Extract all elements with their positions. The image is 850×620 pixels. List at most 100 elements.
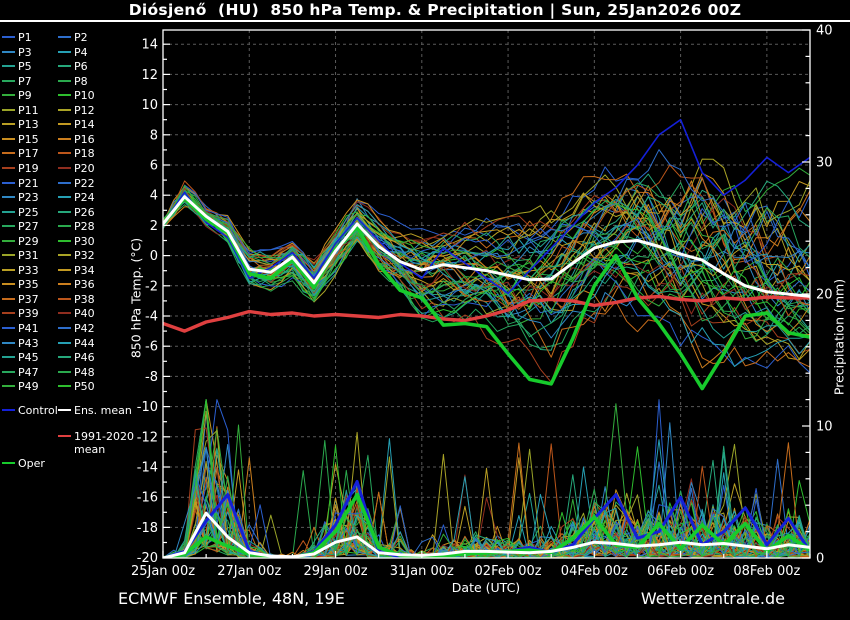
legend-line-swatch — [2, 462, 15, 464]
svg-text:-10: -10 — [137, 400, 158, 415]
legend-item-1991-2020-mean: 1991-2020 mean — [58, 430, 142, 444]
legend-line-swatch — [2, 51, 15, 53]
legend-line-swatch — [2, 94, 15, 96]
legend-line-swatch — [58, 342, 71, 344]
legend-item-p47: P47 — [2, 366, 39, 380]
legend-line-swatch — [2, 36, 15, 38]
legend-item-p37: P37 — [2, 293, 39, 307]
legend-line-swatch — [58, 80, 71, 82]
svg-text:-6: -6 — [145, 340, 158, 355]
legend-item-p6: P6 — [58, 60, 88, 74]
legend-item-p24: P24 — [58, 191, 95, 205]
legend-line-swatch — [2, 225, 15, 227]
svg-text:8: 8 — [150, 128, 158, 143]
legend-line-swatch — [58, 371, 71, 373]
legend-item-p49: P49 — [2, 380, 39, 394]
legend-line-swatch — [58, 409, 71, 411]
svg-text:06Feb 00z: 06Feb 00z — [647, 564, 714, 579]
svg-text:0: 0 — [816, 552, 824, 567]
svg-text:02Feb 00z: 02Feb 00z — [475, 564, 542, 579]
svg-text:6: 6 — [150, 159, 158, 174]
legend-item-p50: P50 — [58, 380, 95, 394]
legend-line-swatch — [2, 385, 15, 387]
legend-item-p21: P21 — [2, 177, 39, 191]
legend-line-swatch — [58, 94, 71, 96]
legend-line-swatch — [58, 312, 71, 314]
legend-item-p40: P40 — [58, 307, 95, 321]
legend-item-p22: P22 — [58, 177, 95, 191]
legend-line-swatch — [2, 152, 15, 154]
legend-line-swatch — [2, 167, 15, 169]
legend-line-swatch — [58, 182, 71, 184]
svg-text:-2: -2 — [145, 279, 158, 294]
legend-line-swatch — [2, 283, 15, 285]
legend-line-swatch — [2, 138, 15, 140]
svg-text:-4: -4 — [145, 310, 158, 325]
legend-line-swatch — [58, 298, 71, 300]
footer-site: Wetterzentrale.de — [641, 589, 785, 608]
legend-item-p27: P27 — [2, 220, 39, 234]
legend-item-p2: P2 — [58, 31, 88, 45]
svg-text:-8: -8 — [145, 370, 158, 385]
svg-text:0: 0 — [150, 249, 158, 264]
legend-item-p39: P39 — [2, 307, 39, 321]
legend-line-swatch — [2, 211, 15, 213]
legend-item-p28: P28 — [58, 220, 95, 234]
svg-text:04Feb 00z: 04Feb 00z — [561, 564, 628, 579]
legend-line-swatch — [58, 138, 71, 140]
legend-line-swatch — [58, 356, 71, 358]
legend-line-swatch — [2, 269, 15, 271]
legend-line-swatch — [58, 327, 71, 329]
legend-item-p31: P31 — [2, 249, 39, 263]
legend-line-swatch — [58, 269, 71, 271]
legend-item-p38: P38 — [58, 293, 95, 307]
legend-line-swatch — [58, 109, 71, 111]
legend-line-swatch — [2, 371, 15, 373]
legend-item-p11: P11 — [2, 104, 39, 118]
legend-item-p5: P5 — [2, 60, 32, 74]
svg-text:14: 14 — [141, 38, 158, 53]
legend-item-p7: P7 — [2, 75, 32, 89]
legend-item-p46: P46 — [58, 351, 95, 365]
legend-item-p10: P10 — [58, 89, 95, 103]
svg-text:29Jan 00z: 29Jan 00z — [303, 564, 367, 579]
legend-item-p12: P12 — [58, 104, 95, 118]
legend-line-swatch — [58, 167, 71, 169]
legend-item-p25: P25 — [2, 206, 39, 220]
legend-line-swatch — [58, 435, 71, 437]
svg-text:4: 4 — [150, 189, 158, 204]
legend-item-p23: P23 — [2, 191, 39, 205]
svg-text:31Jan 00z: 31Jan 00z — [390, 564, 454, 579]
legend-item-p26: P26 — [58, 206, 95, 220]
legend-line-swatch — [2, 298, 15, 300]
svg-text:20: 20 — [816, 288, 833, 303]
legend-item-p35: P35 — [2, 278, 39, 292]
legend-item-p4: P4 — [58, 46, 88, 60]
legend-item-p33: P33 — [2, 264, 39, 278]
svg-text:12: 12 — [141, 68, 158, 83]
legend-line-swatch — [58, 211, 71, 213]
legend-line-swatch — [2, 409, 15, 411]
legend-item-p13: P13 — [2, 118, 39, 132]
legend-item-p1: P1 — [2, 31, 32, 45]
svg-text:08Feb 00z: 08Feb 00z — [733, 564, 800, 579]
svg-text:-16: -16 — [137, 491, 158, 506]
svg-text:10: 10 — [816, 420, 833, 435]
legend-line-swatch — [58, 385, 71, 387]
legend-item-p44: P44 — [58, 337, 95, 351]
ensemble-legend: P1P2P3P4P5P6P7P8P9P10P11P12P13P14P15P16P… — [0, 0, 135, 485]
svg-text:40: 40 — [816, 24, 833, 39]
legend-item-p43: P43 — [2, 337, 39, 351]
legend-item-p19: P19 — [2, 162, 39, 176]
legend-item-p18: P18 — [58, 147, 95, 161]
legend-line-swatch — [58, 36, 71, 38]
legend-line-swatch — [2, 342, 15, 344]
svg-text:2: 2 — [150, 219, 158, 234]
legend-line-swatch — [58, 283, 71, 285]
legend-item-p45: P45 — [2, 351, 39, 365]
legend-line-swatch — [2, 312, 15, 314]
legend-item-p30: P30 — [58, 235, 95, 249]
legend-item-ens-mean: Ens. mean — [58, 404, 132, 418]
legend-line-swatch — [58, 240, 71, 242]
legend-item-p17: P17 — [2, 147, 39, 161]
